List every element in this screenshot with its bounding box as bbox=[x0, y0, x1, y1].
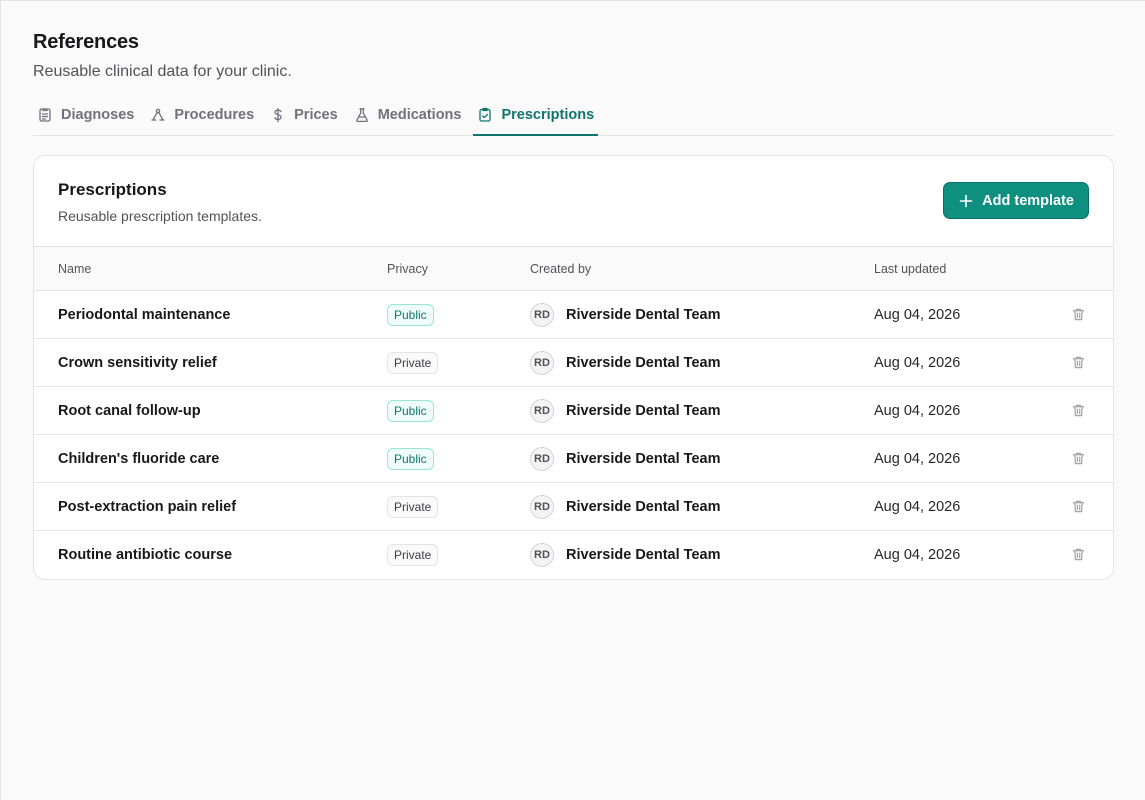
delete-button[interactable] bbox=[1044, 403, 1113, 418]
table-body: Periodontal maintenance Public RD Riversi… bbox=[34, 291, 1113, 579]
avatar: RD bbox=[530, 494, 554, 519]
last-updated: Aug 04, 2026 bbox=[874, 498, 961, 515]
last-updated: Aug 04, 2026 bbox=[874, 546, 961, 563]
trash-icon bbox=[1072, 404, 1085, 417]
privacy-badge: Public bbox=[387, 447, 434, 470]
tab-prices[interactable]: Prices bbox=[266, 94, 342, 135]
creator: RD Riverside Dental Team bbox=[530, 398, 874, 423]
creator: RD Riverside Dental Team bbox=[530, 542, 874, 567]
delete-button[interactable] bbox=[1044, 547, 1113, 562]
table-row[interactable]: Post-extraction pain relief Private RD Ri… bbox=[34, 482, 1113, 531]
tab-label: Diagnoses bbox=[61, 106, 135, 123]
trash-icon bbox=[1072, 500, 1085, 513]
avatar: RD bbox=[530, 542, 554, 567]
avatar: RD bbox=[530, 446, 554, 471]
table-row[interactable]: Children's fluoride care Public RD Rivers… bbox=[34, 434, 1113, 483]
last-updated: Aug 04, 2026 bbox=[874, 402, 961, 419]
tab-prescriptions[interactable]: Prescriptions bbox=[473, 94, 598, 136]
table-row[interactable]: Root canal follow-up Public RD Riverside … bbox=[34, 386, 1113, 435]
privacy-badge: Private bbox=[387, 351, 439, 374]
trash-icon bbox=[1072, 356, 1085, 369]
tab-bar: Diagnoses Procedures Prices Medications … bbox=[33, 94, 1114, 136]
creator-name: Riverside Dental Team bbox=[566, 306, 721, 323]
trash-icon bbox=[1072, 308, 1085, 321]
card-subtitle: Reusable prescription templates. bbox=[58, 208, 262, 224]
clipboard-check-icon bbox=[479, 107, 492, 122]
tab-procedures[interactable]: Procedures bbox=[146, 94, 258, 135]
dollar-icon bbox=[274, 107, 282, 122]
avatar: RD bbox=[530, 302, 554, 327]
tab-medications[interactable]: Medications bbox=[350, 94, 466, 135]
prescriptions-table: Name Privacy Created by Last updated Per… bbox=[34, 246, 1113, 579]
delete-button[interactable] bbox=[1044, 307, 1113, 322]
privacy-badge: Public bbox=[387, 399, 434, 422]
last-updated: Aug 04, 2026 bbox=[874, 450, 961, 467]
tab-label: Prices bbox=[294, 106, 338, 123]
add-template-button[interactable]: Add template bbox=[943, 182, 1089, 219]
privacy-badge: Public bbox=[387, 303, 434, 326]
creator-name: Riverside Dental Team bbox=[566, 450, 721, 467]
page-title: References bbox=[33, 31, 139, 53]
prescriptions-card: Prescriptions Reusable prescription temp… bbox=[33, 155, 1114, 580]
last-updated: Aug 04, 2026 bbox=[874, 306, 961, 323]
creator-name: Riverside Dental Team bbox=[566, 498, 721, 515]
table-row[interactable]: Crown sensitivity relief Private RD River… bbox=[34, 338, 1113, 387]
flask-icon bbox=[355, 107, 368, 122]
delete-button[interactable] bbox=[1044, 499, 1113, 514]
page-subtitle: Reusable clinical data for your clinic. bbox=[33, 63, 292, 80]
trash-icon bbox=[1072, 452, 1085, 465]
last-updated: Aug 04, 2026 bbox=[874, 354, 961, 371]
template-name[interactable]: Routine antibiotic course bbox=[58, 547, 232, 563]
privacy-badge: Private bbox=[387, 495, 439, 518]
table-row[interactable]: Periodontal maintenance Public RD Riversi… bbox=[34, 291, 1113, 339]
template-name[interactable]: Periodontal maintenance bbox=[58, 307, 230, 323]
plus-icon bbox=[959, 194, 973, 207]
table-header-row: Name Privacy Created by Last updated bbox=[34, 246, 1113, 291]
creator-name: Riverside Dental Team bbox=[566, 546, 721, 563]
template-name[interactable]: Crown sensitivity relief bbox=[58, 355, 217, 371]
column-header-actions bbox=[1044, 246, 1113, 291]
delete-button[interactable] bbox=[1044, 451, 1113, 466]
template-name[interactable]: Post-extraction pain relief bbox=[58, 499, 236, 515]
add-template-label: Add template bbox=[982, 192, 1074, 209]
avatar: RD bbox=[530, 398, 554, 423]
creator: RD Riverside Dental Team bbox=[530, 494, 874, 519]
creator-name: Riverside Dental Team bbox=[566, 402, 721, 419]
references-page: References Reusable clinical data for yo… bbox=[0, 0, 1145, 800]
creator: RD Riverside Dental Team bbox=[530, 350, 874, 375]
template-name[interactable]: Children's fluoride care bbox=[58, 451, 219, 467]
template-name[interactable]: Root canal follow-up bbox=[58, 403, 201, 419]
table-row[interactable]: Routine antibiotic course Private RD Rive… bbox=[34, 530, 1113, 579]
column-header-last-updated[interactable]: Last updated bbox=[874, 246, 1044, 291]
tab-label: Procedures bbox=[174, 106, 255, 123]
column-header-name[interactable]: Name bbox=[34, 246, 387, 291]
creator: RD Riverside Dental Team bbox=[530, 302, 874, 327]
tab-label: Prescriptions bbox=[501, 106, 595, 123]
tab-label: Medications bbox=[377, 106, 462, 123]
card-title: Prescriptions bbox=[58, 180, 167, 199]
triangle-nodes-icon bbox=[151, 108, 165, 121]
trash-icon bbox=[1072, 548, 1085, 561]
clipboard-list-icon bbox=[39, 107, 51, 122]
column-header-privacy[interactable]: Privacy bbox=[387, 246, 530, 291]
creator-name: Riverside Dental Team bbox=[566, 354, 721, 371]
column-header-created-by[interactable]: Created by bbox=[530, 246, 874, 291]
creator: RD Riverside Dental Team bbox=[530, 446, 874, 471]
tab-diagnoses[interactable]: Diagnoses bbox=[33, 94, 138, 135]
delete-button[interactable] bbox=[1044, 355, 1113, 370]
privacy-badge: Private bbox=[387, 543, 439, 566]
avatar: RD bbox=[530, 350, 554, 375]
